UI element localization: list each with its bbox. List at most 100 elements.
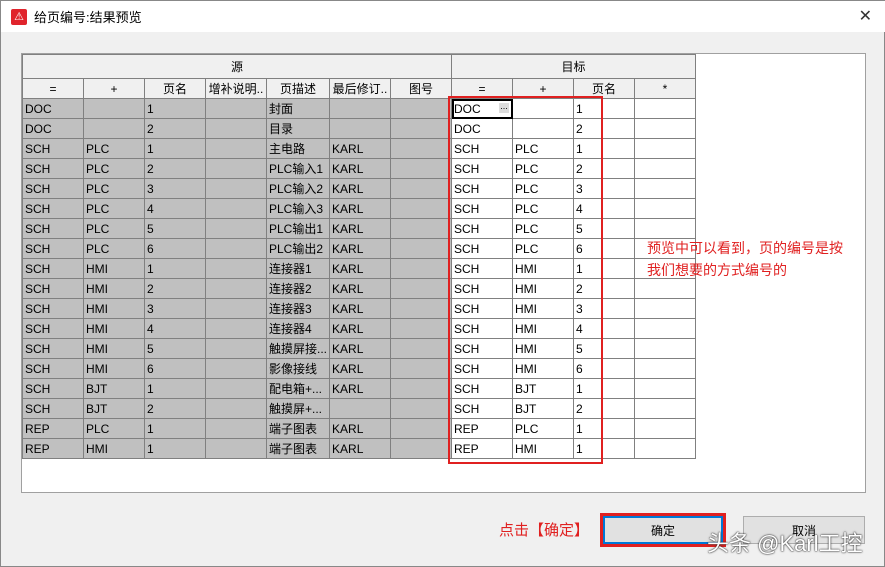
target-cell[interactable]: [634, 138, 697, 159]
target-cell[interactable]: BJT: [512, 398, 575, 419]
target-cell[interactable]: SCH: [451, 278, 514, 299]
target-cell[interactable]: [634, 438, 697, 459]
target-cell[interactable]: 1: [573, 138, 636, 159]
source-cell: SCH: [22, 238, 84, 259]
target-cell[interactable]: PLC: [512, 218, 575, 239]
target-cell[interactable]: [634, 118, 697, 139]
target-cell[interactable]: SCH: [451, 198, 514, 219]
target-cell[interactable]: HMI: [512, 258, 575, 279]
target-cell[interactable]: 2: [573, 118, 636, 139]
target-cell[interactable]: PLC: [512, 238, 575, 259]
target-cell[interactable]: HMI: [512, 338, 575, 359]
click-annotation: 点击【确定】: [499, 522, 590, 539]
ellipsis-button-icon[interactable]: ...: [499, 102, 510, 113]
target-cell[interactable]: SCH: [451, 218, 514, 239]
target-cell[interactable]: HMI: [512, 438, 575, 459]
target-cell[interactable]: PLC: [512, 418, 575, 439]
target-cell[interactable]: [634, 338, 697, 359]
target-cell[interactable]: BJT: [512, 378, 575, 399]
target-cell[interactable]: SCH: [451, 338, 514, 359]
source-column-header[interactable]: 页描述: [265, 78, 331, 99]
target-cell[interactable]: SCH: [451, 318, 514, 339]
source-column-header[interactable]: 最后修订..: [329, 78, 392, 99]
target-cell[interactable]: SCH: [451, 258, 514, 279]
target-column-header[interactable]: *: [634, 78, 697, 99]
annotation-line: 预览中可以看到，页的编号是按: [647, 240, 843, 256]
source-column-header[interactable]: 增补说明..: [205, 78, 267, 99]
target-cell[interactable]: PLC: [512, 138, 575, 159]
source-column-header[interactable]: 图号: [390, 78, 453, 99]
target-cell[interactable]: 3: [573, 178, 636, 199]
target-column-header[interactable]: +: [512, 78, 575, 99]
target-cell[interactable]: [634, 98, 697, 119]
target-cell[interactable]: 4: [573, 198, 636, 219]
target-cell[interactable]: 2: [573, 398, 636, 419]
target-cell[interactable]: [634, 318, 697, 339]
target-cell[interactable]: [634, 278, 697, 299]
source-cell: 连接器2: [265, 278, 331, 299]
source-cell: 连接器4: [265, 318, 331, 339]
target-cell[interactable]: HMI: [512, 278, 575, 299]
target-cell[interactable]: [634, 198, 697, 219]
target-cell[interactable]: [634, 218, 697, 239]
target-cell[interactable]: SCH: [451, 178, 514, 199]
source-cell: 2: [144, 278, 206, 299]
target-cell[interactable]: PLC: [512, 178, 575, 199]
target-cell[interactable]: [634, 378, 697, 399]
source-column-header[interactable]: +: [83, 78, 145, 99]
source-column-header[interactable]: =: [22, 78, 84, 99]
target-cell[interactable]: [512, 118, 575, 139]
target-cell[interactable]: HMI: [512, 298, 575, 319]
target-cell[interactable]: 2: [573, 278, 636, 299]
close-icon[interactable]: ✕: [859, 6, 872, 26]
target-cell[interactable]: [634, 398, 697, 419]
target-cell[interactable]: SCH: [451, 158, 514, 179]
source-cell: [390, 178, 453, 199]
target-column-header[interactable]: 页名: [573, 78, 636, 99]
source-cell: [205, 418, 267, 439]
target-cell[interactable]: 2: [573, 158, 636, 179]
source-cell: BJT: [83, 398, 145, 419]
target-cell[interactable]: [634, 158, 697, 179]
target-column-header[interactable]: =: [451, 78, 514, 99]
source-cell: SCH: [22, 378, 84, 399]
source-cell: [390, 218, 453, 239]
source-cell: 4: [144, 198, 206, 219]
target-cell[interactable]: SCH: [451, 378, 514, 399]
target-cell[interactable]: HMI: [512, 318, 575, 339]
target-cell[interactable]: [512, 98, 575, 119]
source-cell: [390, 118, 453, 139]
target-cell[interactable]: SCH: [451, 398, 514, 419]
source-column-header[interactable]: 页名: [144, 78, 206, 99]
target-cell[interactable]: REP: [451, 438, 514, 459]
target-cell[interactable]: [634, 418, 697, 439]
source-cell: 2: [144, 398, 206, 419]
table-row: SCH PLC 5 PLC输出1 KARL SCH PLC 5: [22, 218, 697, 239]
target-cell[interactable]: 5: [573, 218, 636, 239]
target-cell[interactable]: [634, 358, 697, 379]
target-cell[interactable]: PLC: [512, 198, 575, 219]
target-cell[interactable]: DOC...: [451, 98, 514, 119]
target-cell[interactable]: DOC: [451, 118, 514, 139]
target-cell[interactable]: HMI: [512, 358, 575, 379]
target-cell[interactable]: 6: [573, 238, 636, 259]
target-cell[interactable]: REP: [451, 418, 514, 439]
target-cell[interactable]: 1: [573, 258, 636, 279]
target-cell[interactable]: SCH: [451, 238, 514, 259]
target-cell[interactable]: 4: [573, 318, 636, 339]
target-cell[interactable]: 5: [573, 338, 636, 359]
target-cell[interactable]: SCH: [451, 298, 514, 319]
target-cell[interactable]: [634, 298, 697, 319]
source-cell: REP: [22, 438, 84, 459]
target-cell[interactable]: 1: [573, 98, 636, 119]
target-cell[interactable]: 6: [573, 358, 636, 379]
source-cell: [205, 398, 267, 419]
target-cell[interactable]: PLC: [512, 158, 575, 179]
target-cell[interactable]: 1: [573, 438, 636, 459]
target-cell[interactable]: 1: [573, 378, 636, 399]
target-cell[interactable]: [634, 178, 697, 199]
target-cell[interactable]: SCH: [451, 138, 514, 159]
target-cell[interactable]: SCH: [451, 358, 514, 379]
target-cell[interactable]: 1: [573, 418, 636, 439]
target-cell[interactable]: 3: [573, 298, 636, 319]
